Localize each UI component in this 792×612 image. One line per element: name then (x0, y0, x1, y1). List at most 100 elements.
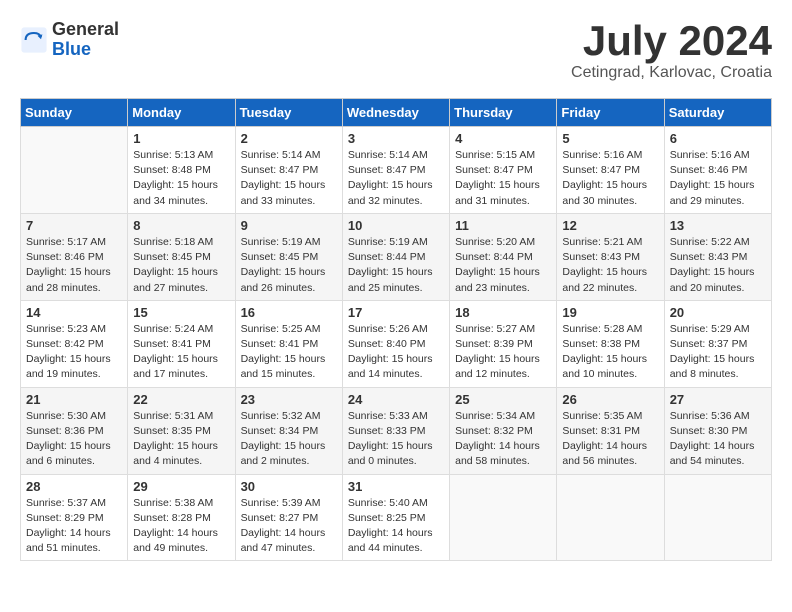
day-info: Sunrise: 5:35 AM Sunset: 8:31 PM Dayligh… (562, 409, 658, 470)
calendar-cell: 30 Sunrise: 5:39 AM Sunset: 8:27 PM Dayli… (235, 474, 342, 561)
day-header-wednesday: Wednesday (342, 99, 449, 127)
calendar-cell: 2 Sunrise: 5:14 AM Sunset: 8:47 PM Daylig… (235, 127, 342, 214)
calendar-cell: 20 Sunrise: 5:29 AM Sunset: 8:37 PM Dayli… (664, 300, 771, 387)
location: Cetingrad, Karlovac, Croatia (571, 64, 772, 82)
calendar-cell: 27 Sunrise: 5:36 AM Sunset: 8:30 PM Dayli… (664, 387, 771, 474)
day-info: Sunrise: 5:21 AM Sunset: 8:43 PM Dayligh… (562, 235, 658, 296)
day-number: 2 (241, 131, 337, 146)
day-number: 26 (562, 392, 658, 407)
logo-blue: Blue (52, 40, 119, 60)
day-info: Sunrise: 5:37 AM Sunset: 8:29 PM Dayligh… (26, 496, 122, 557)
calendar-cell (450, 474, 557, 561)
day-info: Sunrise: 5:26 AM Sunset: 8:40 PM Dayligh… (348, 322, 444, 383)
day-info: Sunrise: 5:27 AM Sunset: 8:39 PM Dayligh… (455, 322, 551, 383)
day-header-friday: Friday (557, 99, 664, 127)
logo-text: General Blue (52, 20, 119, 60)
logo-general: General (52, 20, 119, 40)
day-number: 25 (455, 392, 551, 407)
calendar-cell: 24 Sunrise: 5:33 AM Sunset: 8:33 PM Dayli… (342, 387, 449, 474)
day-info: Sunrise: 5:14 AM Sunset: 8:47 PM Dayligh… (348, 148, 444, 209)
day-number: 29 (133, 479, 229, 494)
day-info: Sunrise: 5:16 AM Sunset: 8:46 PM Dayligh… (670, 148, 766, 209)
day-number: 23 (241, 392, 337, 407)
day-number: 28 (26, 479, 122, 494)
day-number: 20 (670, 305, 766, 320)
logo: General Blue (20, 20, 119, 60)
day-number: 27 (670, 392, 766, 407)
day-number: 7 (26, 218, 122, 233)
day-info: Sunrise: 5:30 AM Sunset: 8:36 PM Dayligh… (26, 409, 122, 470)
calendar-cell: 6 Sunrise: 5:16 AM Sunset: 8:46 PM Daylig… (664, 127, 771, 214)
day-number: 3 (348, 131, 444, 146)
day-number: 24 (348, 392, 444, 407)
day-info: Sunrise: 5:31 AM Sunset: 8:35 PM Dayligh… (133, 409, 229, 470)
day-info: Sunrise: 5:38 AM Sunset: 8:28 PM Dayligh… (133, 496, 229, 557)
day-number: 1 (133, 131, 229, 146)
day-header-saturday: Saturday (664, 99, 771, 127)
calendar-cell: 8 Sunrise: 5:18 AM Sunset: 8:45 PM Daylig… (128, 213, 235, 300)
day-number: 9 (241, 218, 337, 233)
day-number: 30 (241, 479, 337, 494)
calendar-cell (664, 474, 771, 561)
day-number: 22 (133, 392, 229, 407)
calendar-cell: 5 Sunrise: 5:16 AM Sunset: 8:47 PM Daylig… (557, 127, 664, 214)
calendar-cell: 22 Sunrise: 5:31 AM Sunset: 8:35 PM Dayli… (128, 387, 235, 474)
calendar-cell: 16Sunrise: 5:25 AM Sunset: 8:41 PM Dayli… (235, 300, 342, 387)
day-info: Sunrise: 5:16 AM Sunset: 8:47 PM Dayligh… (562, 148, 658, 209)
day-info: Sunrise: 5:14 AM Sunset: 8:47 PM Dayligh… (241, 148, 337, 209)
day-number: 21 (26, 392, 122, 407)
day-number: 15 (133, 305, 229, 320)
calendar-cell: 25 Sunrise: 5:34 AM Sunset: 8:32 PM Dayli… (450, 387, 557, 474)
calendar-week-4: 21 Sunrise: 5:30 AM Sunset: 8:36 PM Dayli… (21, 387, 772, 474)
title-block: July 2024 Cetingrad, Karlovac, Croatia (571, 20, 772, 82)
day-info: Sunrise: 5:20 AM Sunset: 8:44 PM Dayligh… (455, 235, 551, 296)
month-title: July 2024 (571, 20, 772, 62)
day-info: Sunrise: 5:13 AM Sunset: 8:48 PM Dayligh… (133, 148, 229, 209)
day-number: 4 (455, 131, 551, 146)
day-number: 14 (26, 305, 122, 320)
day-info: Sunrise: 5:22 AM Sunset: 8:43 PM Dayligh… (670, 235, 766, 296)
calendar-cell: 31Sunrise: 5:40 AM Sunset: 8:25 PM Dayli… (342, 474, 449, 561)
day-number: 8 (133, 218, 229, 233)
day-info: Sunrise: 5:28 AM Sunset: 8:38 PM Dayligh… (562, 322, 658, 383)
day-info: Sunrise: 5:19 AM Sunset: 8:44 PM Dayligh… (348, 235, 444, 296)
day-info: Sunrise: 5:19 AM Sunset: 8:45 PM Dayligh… (241, 235, 337, 296)
day-info: Sunrise: 5:36 AM Sunset: 8:30 PM Dayligh… (670, 409, 766, 470)
calendar-cell: 15 Sunrise: 5:24 AM Sunset: 8:41 PM Dayli… (128, 300, 235, 387)
day-info: Sunrise: 5:25 AM Sunset: 8:41 PM Dayligh… (241, 322, 337, 383)
day-info: Sunrise: 5:17 AM Sunset: 8:46 PM Dayligh… (26, 235, 122, 296)
calendar-cell: 29 Sunrise: 5:38 AM Sunset: 8:28 PM Dayli… (128, 474, 235, 561)
day-info: Sunrise: 5:18 AM Sunset: 8:45 PM Dayligh… (133, 235, 229, 296)
page-header: General Blue July 2024 Cetingrad, Karlov… (20, 20, 772, 82)
day-info: Sunrise: 5:29 AM Sunset: 8:37 PM Dayligh… (670, 322, 766, 383)
calendar-cell: 11Sunrise: 5:20 AM Sunset: 8:44 PM Dayli… (450, 213, 557, 300)
day-number: 5 (562, 131, 658, 146)
day-header-sunday: Sunday (21, 99, 128, 127)
day-info: Sunrise: 5:39 AM Sunset: 8:27 PM Dayligh… (241, 496, 337, 557)
day-number: 12 (562, 218, 658, 233)
day-number: 17 (348, 305, 444, 320)
calendar-cell: 14Sunrise: 5:23 AM Sunset: 8:42 PM Dayli… (21, 300, 128, 387)
calendar-cell: 17 Sunrise: 5:26 AM Sunset: 8:40 PM Dayli… (342, 300, 449, 387)
calendar-cell: 26 Sunrise: 5:35 AM Sunset: 8:31 PM Dayli… (557, 387, 664, 474)
calendar-cell: 19Sunrise: 5:28 AM Sunset: 8:38 PM Dayli… (557, 300, 664, 387)
calendar-cell: 7 Sunrise: 5:17 AM Sunset: 8:46 PM Daylig… (21, 213, 128, 300)
calendar-cell: 21 Sunrise: 5:30 AM Sunset: 8:36 PM Dayli… (21, 387, 128, 474)
day-info: Sunrise: 5:40 AM Sunset: 8:25 PM Dayligh… (348, 496, 444, 557)
calendar-cell: 23Sunrise: 5:32 AM Sunset: 8:34 PM Dayli… (235, 387, 342, 474)
calendar-cell: 3 Sunrise: 5:14 AM Sunset: 8:47 PM Daylig… (342, 127, 449, 214)
day-info: Sunrise: 5:33 AM Sunset: 8:33 PM Dayligh… (348, 409, 444, 470)
calendar-cell (557, 474, 664, 561)
day-number: 6 (670, 131, 766, 146)
calendar-cell: 13Sunrise: 5:22 AM Sunset: 8:43 PM Dayli… (664, 213, 771, 300)
calendar-cell (21, 127, 128, 214)
calendar-cell: 10Sunrise: 5:19 AM Sunset: 8:44 PM Dayli… (342, 213, 449, 300)
day-header-thursday: Thursday (450, 99, 557, 127)
day-header-tuesday: Tuesday (235, 99, 342, 127)
day-number: 18 (455, 305, 551, 320)
day-info: Sunrise: 5:34 AM Sunset: 8:32 PM Dayligh… (455, 409, 551, 470)
logo-icon (20, 26, 48, 54)
calendar-cell: 12 Sunrise: 5:21 AM Sunset: 8:43 PM Dayli… (557, 213, 664, 300)
day-info: Sunrise: 5:24 AM Sunset: 8:41 PM Dayligh… (133, 322, 229, 383)
calendar-cell: 9 Sunrise: 5:19 AM Sunset: 8:45 PM Daylig… (235, 213, 342, 300)
